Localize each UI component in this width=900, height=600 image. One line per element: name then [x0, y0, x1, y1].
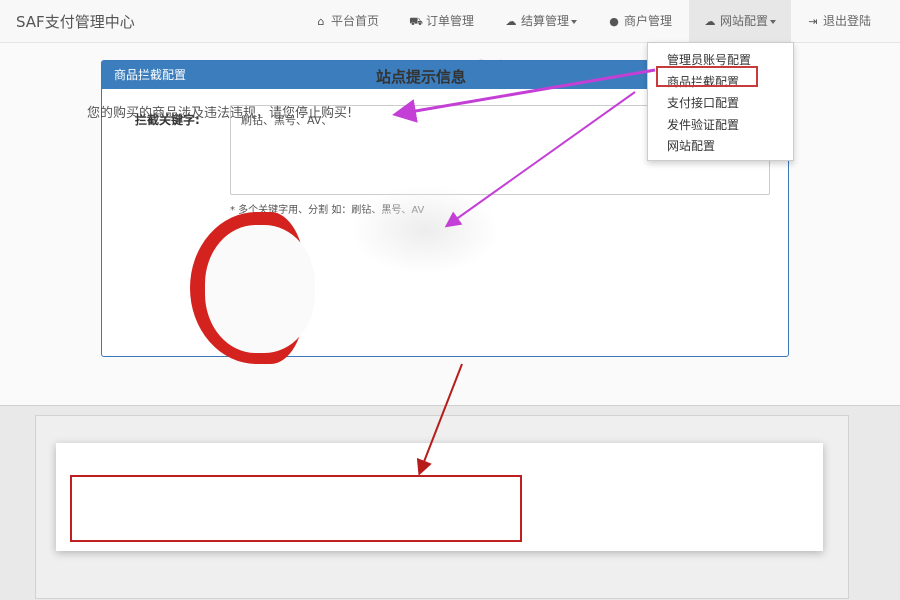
admin-page: SAF支付管理中心 ⌂ 平台首页 ⛟ 订单管理 ☁ 结算管理 ● 商户管理 ☁ 网站配置 … — [0, 0, 900, 406]
message-highlight-box — [70, 475, 522, 542]
nav-item-label: 平台首页 — [331, 14, 380, 28]
nav-item-label: 退出登陆 — [823, 14, 872, 28]
nav-item-site-config[interactable]: ☁ 网站配置 — [689, 0, 791, 42]
cloud-icon: ☁ — [704, 15, 716, 28]
red-decoration-mask — [205, 225, 315, 353]
caret-down-icon — [571, 19, 578, 24]
message-title: 站点提示信息 — [375, 68, 466, 86]
nav-item-label: 订单管理 — [426, 14, 475, 28]
home-icon: ⌂ — [317, 15, 325, 28]
cart-icon: ⛟ — [409, 15, 423, 28]
nav-item-label: 网站配置 — [720, 14, 769, 28]
menu-item-site-config[interactable]: 网站配置 — [667, 137, 715, 154]
nav-item-settlement[interactable]: ☁ 结算管理 — [504, 0, 578, 42]
nav-item-label: 商户管理 — [624, 14, 673, 28]
user-icon: ● — [609, 15, 619, 28]
blur-overlay — [350, 185, 500, 275]
site-config-dropdown: 管理员账号配置 商品拦截配置 支付接口配置 发件验证配置 网站配置 — [647, 42, 794, 161]
message-text: 您的购买的商品涉及违法违规，请您停止购买! — [87, 106, 353, 121]
navbar: SAF支付管理中心 ⌂ 平台首页 ⛟ 订单管理 ☁ 结算管理 ● 商户管理 ☁ 网站配置 … — [0, 0, 900, 43]
nav-item-merchants[interactable]: ● 商户管理 — [607, 0, 672, 42]
menu-item-payment-interface[interactable]: 支付接口配置 — [667, 94, 739, 111]
cloud-icon: ☁ — [505, 15, 517, 28]
menu-item-mail-verify[interactable]: 发件验证配置 — [667, 116, 739, 133]
logout-icon: ⇥ — [808, 15, 818, 28]
nav-item-label: 结算管理 — [521, 14, 570, 28]
caret-down-icon — [770, 19, 777, 24]
nav-item-home[interactable]: ⌂ 平台首页 — [314, 0, 380, 42]
app-title[interactable]: SAF支付管理中心 — [16, 11, 135, 32]
nav-item-logout[interactable]: ⇥ 退出登陆 — [806, 0, 871, 42]
nav-item-orders[interactable]: ⛟ 订单管理 — [409, 0, 474, 42]
